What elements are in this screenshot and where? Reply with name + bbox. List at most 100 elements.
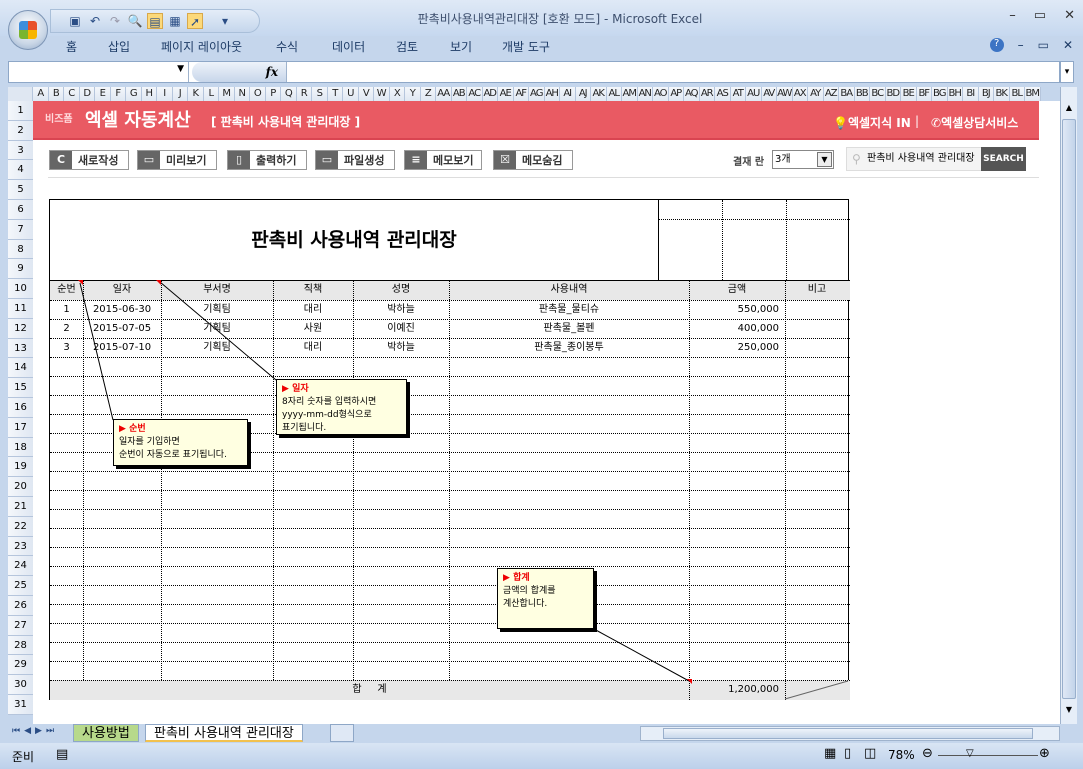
column-header[interactable]: AG: [529, 87, 545, 101]
normal-view-button[interactable]: ▦: [824, 746, 836, 761]
tab-data[interactable]: 데이터: [332, 38, 365, 55]
column-header[interactable]: C: [64, 87, 80, 101]
column-header[interactable]: V: [359, 87, 374, 101]
column-header[interactable]: AH: [545, 87, 560, 101]
vertical-scroll-thumb[interactable]: [1062, 119, 1076, 699]
maximize-button[interactable]: ▭: [1034, 8, 1046, 23]
customize-qat-icon[interactable]: ▾: [217, 13, 233, 29]
workbook-close-button[interactable]: ✕: [1063, 38, 1073, 52]
row-header[interactable]: 18: [8, 437, 33, 458]
row-header[interactable]: 25: [8, 576, 33, 596]
column-header[interactable]: G: [126, 87, 142, 101]
column-header[interactable]: X: [390, 87, 405, 101]
column-header[interactable]: AB: [452, 87, 467, 101]
column-header[interactable]: T: [328, 87, 343, 101]
column-header[interactable]: BA: [839, 87, 855, 101]
column-header[interactable]: N: [235, 87, 250, 101]
row-header[interactable]: 3: [8, 140, 33, 161]
tab-review[interactable]: 검토: [396, 38, 418, 55]
column-header[interactable]: I: [157, 87, 173, 101]
row-header[interactable]: 19: [8, 457, 33, 478]
scroll-up-icon[interactable]: ▲: [1062, 103, 1076, 117]
select-all-corner[interactable]: [8, 87, 33, 101]
chevron-down-icon[interactable]: ▼: [177, 64, 184, 74]
column-header[interactable]: AE: [498, 87, 514, 101]
column-header[interactable]: U: [343, 87, 359, 101]
column-header[interactable]: BD: [886, 87, 901, 101]
sheet-nav-arrows-icon[interactable]: ⏮◀▶⏭: [12, 726, 58, 736]
column-header[interactable]: Y: [405, 87, 421, 101]
zoom-out-icon[interactable]: ⊖: [922, 746, 933, 761]
column-header[interactable]: W: [374, 87, 390, 101]
column-header[interactable]: AD: [483, 87, 498, 101]
row-header[interactable]: 6: [8, 199, 33, 220]
row-header[interactable]: 30: [8, 675, 33, 695]
page-break-view-button[interactable]: ◫: [864, 746, 876, 761]
column-header[interactable]: AT: [731, 87, 746, 101]
insert-sheet-icon[interactable]: [330, 724, 354, 742]
column-header[interactable]: M: [219, 87, 235, 101]
horizontal-scrollbar[interactable]: [640, 726, 1060, 741]
row-header[interactable]: 8: [8, 239, 33, 260]
save-icon[interactable]: ▣: [67, 13, 83, 29]
help-button[interactable]: ?: [989, 38, 1004, 52]
column-header[interactable]: D: [80, 87, 95, 101]
zoom-in-icon[interactable]: ⊕: [1039, 746, 1050, 761]
column-header[interactable]: BI: [963, 87, 979, 101]
row-header[interactable]: 31: [8, 694, 33, 715]
tab-developer[interactable]: 개발 도구: [502, 38, 550, 55]
column-header[interactable]: BB: [855, 87, 870, 101]
redo-icon[interactable]: ↷: [107, 13, 123, 29]
column-header[interactable]: AX: [793, 87, 808, 101]
insert-function-button[interactable]: fx: [192, 62, 287, 82]
column-header[interactable]: BC: [870, 87, 886, 101]
column-header[interactable]: AP: [669, 87, 684, 101]
normal-view-icon[interactable]: ▦: [167, 13, 183, 29]
row-header[interactable]: 17: [8, 417, 33, 438]
row-header[interactable]: 24: [8, 556, 33, 577]
column-header[interactable]: AY: [808, 87, 824, 101]
sheet-tab-usage[interactable]: 사용방법: [73, 724, 139, 742]
column-header[interactable]: AN: [638, 87, 653, 101]
row-header[interactable]: 15: [8, 378, 33, 398]
column-header[interactable]: BH: [948, 87, 963, 101]
page-layout-icon[interactable]: ▤: [147, 13, 163, 29]
zoom-level[interactable]: 78%: [888, 748, 915, 762]
worksheet[interactable]: 비즈폼 엑셀 자동계산 [ 판촉비 사용내역 관리대장 ] 💡엑셀지식 IN |…: [33, 101, 1060, 724]
row-header[interactable]: 14: [8, 358, 33, 379]
column-header[interactable]: AI: [560, 87, 576, 101]
column-header[interactable]: AV: [762, 87, 777, 101]
minimize-button[interactable]: –: [1009, 8, 1016, 23]
column-header[interactable]: P: [266, 87, 281, 101]
tab-formulas[interactable]: 수식: [276, 38, 298, 55]
tab-insert[interactable]: 삽입: [108, 38, 130, 55]
column-header[interactable]: Z: [421, 87, 436, 101]
tab-page-layout[interactable]: 페이지 레이아웃: [161, 38, 242, 55]
workbook-restore-button[interactable]: ▭: [1038, 38, 1049, 52]
column-header[interactable]: R: [297, 87, 312, 101]
office-button[interactable]: [8, 10, 48, 50]
column-header[interactable]: AZ: [824, 87, 839, 101]
tab-view[interactable]: 보기: [450, 38, 472, 55]
workbook-minimize-button[interactable]: –: [1018, 38, 1024, 52]
row-header[interactable]: 10: [8, 279, 33, 299]
sheet-tab-ledger[interactable]: 판촉비 사용내역 관리대장: [145, 724, 303, 742]
column-header[interactable]: E: [95, 87, 111, 101]
row-header[interactable]: 13: [8, 338, 33, 359]
column-header[interactable]: AM: [622, 87, 638, 101]
row-header[interactable]: 29: [8, 655, 33, 676]
column-header[interactable]: AS: [715, 87, 731, 101]
column-header[interactable]: BJ: [979, 87, 994, 101]
row-header[interactable]: 12: [8, 318, 33, 339]
zoom-slider-thumb[interactable]: ▽: [966, 748, 974, 759]
column-header[interactable]: L: [204, 87, 219, 101]
column-header[interactable]: BG: [932, 87, 948, 101]
macro-record-icon[interactable]: ▤: [56, 747, 68, 762]
tab-home[interactable]: 홈: [66, 38, 77, 55]
column-header[interactable]: AA: [436, 87, 452, 101]
row-header[interactable]: 7: [8, 219, 33, 240]
row-header[interactable]: 16: [8, 397, 33, 418]
row-header[interactable]: 22: [8, 516, 33, 537]
column-header[interactable]: BE: [901, 87, 917, 101]
column-header[interactable]: AJ: [576, 87, 591, 101]
